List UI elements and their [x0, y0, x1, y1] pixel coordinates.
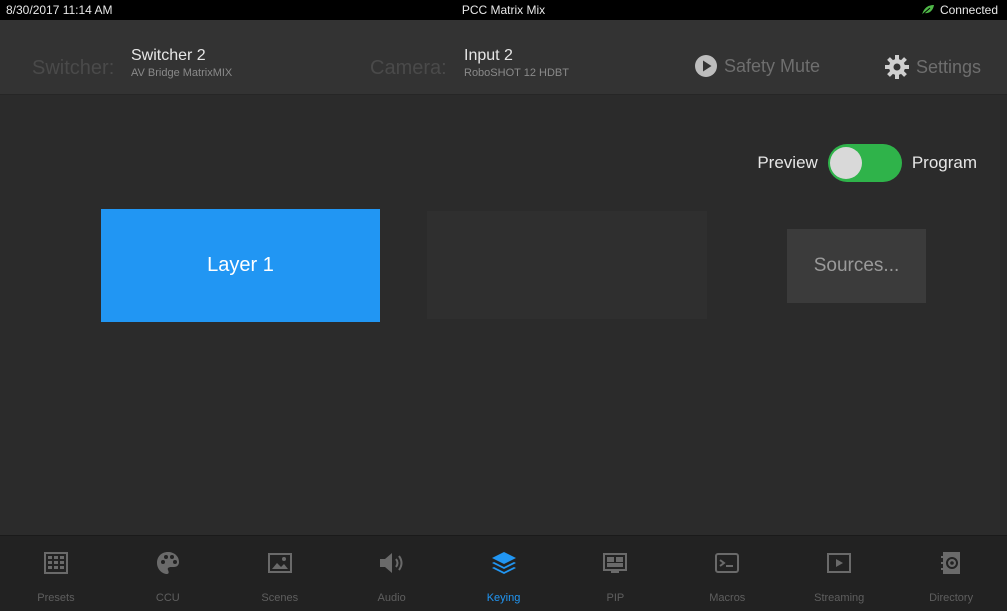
palette-icon	[153, 548, 183, 578]
safety-mute-button[interactable]: Safety Mute	[694, 54, 820, 78]
switcher-label: Switcher:	[32, 57, 115, 79]
tab-macros[interactable]: Macros	[671, 536, 783, 611]
preview-program-toggle[interactable]	[827, 144, 902, 182]
connection-text: Connected	[939, 3, 998, 17]
tab-presets[interactable]: Presets	[0, 536, 112, 611]
camera-input[interactable]: Input 2	[464, 47, 513, 65]
terminal-icon	[712, 548, 742, 578]
window-title: PCC Matrix Mix	[461, 3, 546, 17]
tab-label: PIP	[606, 592, 625, 604]
sources-button[interactable]: Sources...	[787, 229, 926, 303]
camera-model: RoboSHOT 12 HDBT	[464, 67, 569, 79]
tab-label: Keying	[486, 592, 521, 604]
tab-scenes[interactable]: Scenes	[224, 536, 336, 611]
tab-streaming[interactable]: Streaming	[783, 536, 895, 611]
pip-icon	[600, 548, 630, 578]
tab-audio[interactable]: Audio	[336, 536, 448, 611]
speaker-icon	[377, 548, 407, 578]
connection-status: Connected	[921, 3, 998, 17]
preview-label: Preview	[757, 153, 818, 172]
tab-label: CCU	[155, 592, 180, 604]
safety-mute-label: Safety Mute	[724, 55, 821, 76]
camera-label: Camera:	[370, 57, 447, 79]
tab-label: Audio	[377, 592, 406, 604]
settings-button[interactable]: Settings	[884, 54, 981, 80]
play-box-icon	[824, 548, 854, 578]
tab-label: Directory	[929, 592, 974, 604]
header-bar: Switcher: Switcher 2 AV Bridge MatrixMIX…	[0, 20, 1007, 95]
tab-label: Presets	[37, 592, 75, 604]
tab-label: Scenes	[261, 592, 299, 604]
leaf-icon	[921, 5, 934, 16]
layers-icon	[489, 548, 519, 578]
keying-panel: Preview Program Layer 1 Sources...	[0, 95, 1007, 535]
tab-label: Streaming	[814, 592, 865, 604]
tab-ccu[interactable]: CCU	[112, 536, 224, 611]
address-book-icon	[936, 548, 966, 578]
status-bar: 8/30/2017 11:14 AM PCC Matrix Mix Connec…	[0, 0, 1007, 20]
toggle-knob	[829, 147, 862, 179]
layer-1-button[interactable]: Layer 1	[101, 209, 380, 322]
settings-label: Settings	[916, 56, 982, 77]
program-label: Program	[911, 153, 977, 172]
tab-pip[interactable]: PIP	[559, 536, 671, 611]
bottom-tab-bar: Presets CCU Scenes Audio Keying PIP Macr…	[0, 535, 1007, 611]
tab-keying[interactable]: Keying	[448, 536, 560, 611]
presets-grid-icon	[41, 548, 71, 578]
switcher-name[interactable]: Switcher 2	[131, 47, 206, 65]
tab-label: Macros	[709, 592, 746, 604]
tab-directory[interactable]: Directory	[895, 536, 1007, 611]
disabled-layer-button	[427, 211, 707, 319]
preview-program-toggle-group: Preview Program	[757, 144, 977, 182]
picture-icon	[265, 548, 295, 578]
gear-icon	[885, 55, 909, 79]
play-circle-icon	[695, 55, 717, 77]
switcher-model: AV Bridge MatrixMIX	[131, 67, 233, 79]
